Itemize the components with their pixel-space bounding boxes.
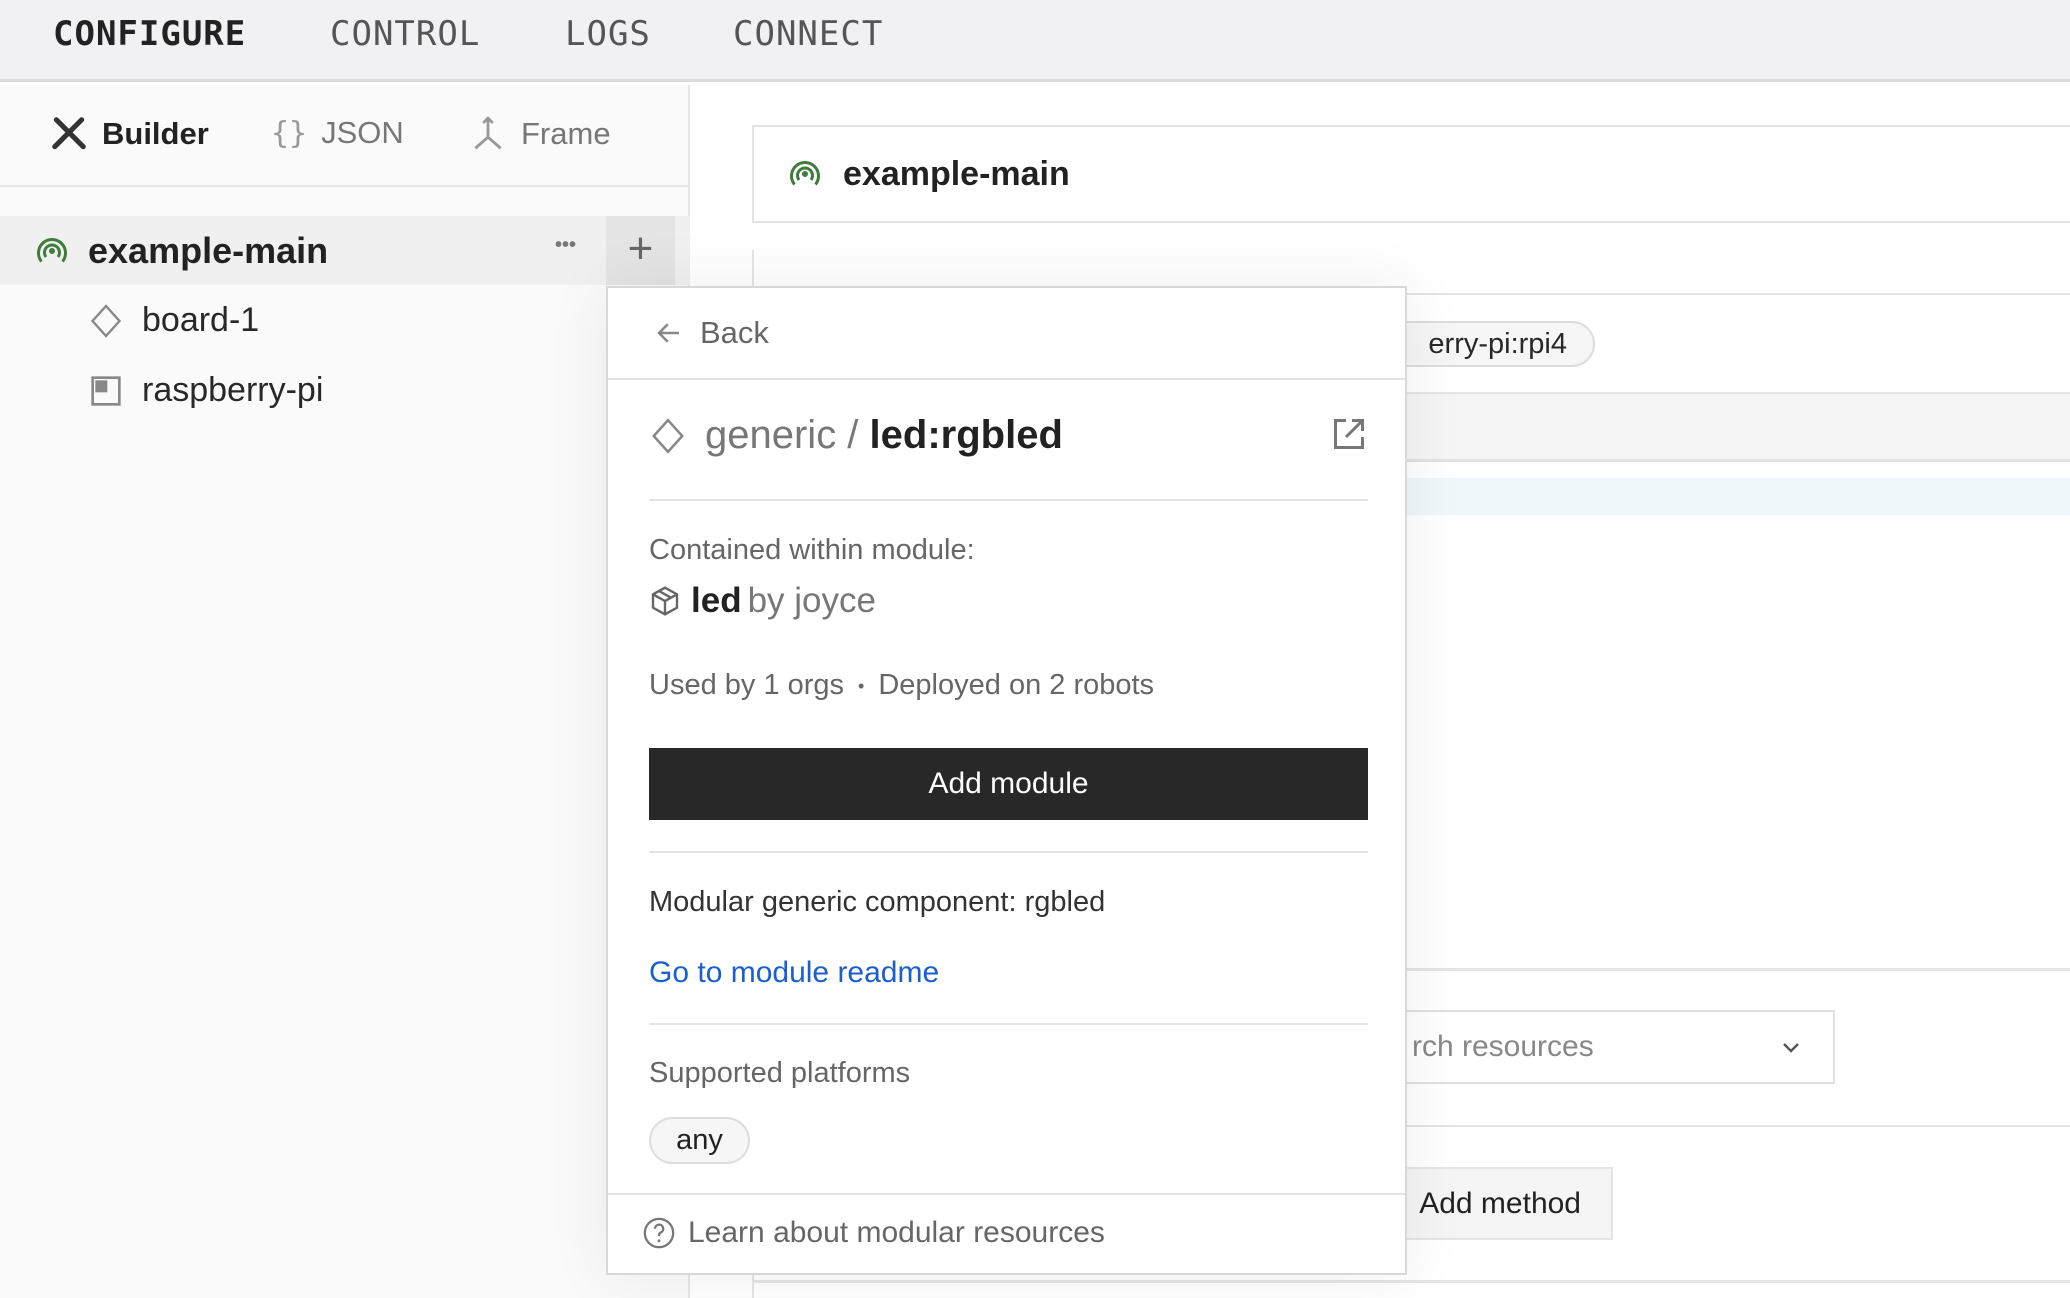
external-link-icon[interactable] (1331, 416, 1367, 452)
divider (608, 1193, 1405, 1195)
more-options-button[interactable]: ••• (555, 234, 576, 257)
separator-dot: • (858, 676, 865, 696)
package-icon (651, 586, 679, 616)
add-resource-button[interactable]: + (606, 216, 675, 285)
platforms-label: Supported platforms (649, 1057, 911, 1089)
nav-connect[interactable]: CONNECT (733, 14, 883, 54)
nav-control[interactable]: CONTROL (330, 14, 480, 54)
help-circle-icon (643, 1217, 675, 1249)
tree-item-raspberry-pi[interactable]: raspberry-pi (0, 356, 690, 425)
diamond-icon (90, 303, 122, 338)
model-title: generic / led:rgbled (649, 413, 1063, 458)
back-button[interactable]: Back (608, 288, 1405, 380)
learn-modular-resources-link[interactable]: Learn about modular resources (642, 1216, 1105, 1250)
diamond-icon (652, 417, 684, 454)
divider (649, 1023, 1368, 1025)
model-name: led:rgbled (869, 413, 1063, 457)
machine-header-card: example-main (752, 125, 2070, 223)
tab-json-label: JSON (321, 115, 404, 150)
frame-axes-icon (474, 116, 502, 150)
search-placeholder: rch resources (1412, 1030, 1594, 1063)
tab-builder-label: Builder (102, 116, 209, 151)
module-info: led by joyce (649, 581, 876, 621)
machine-signal-icon (37, 237, 67, 262)
nav-configure[interactable]: CONFIGURE (53, 14, 246, 54)
module-author: by joyce (747, 581, 876, 620)
module-name: led (691, 581, 742, 620)
machine-signal-icon (790, 161, 820, 186)
add-module-button[interactable]: Add module (649, 748, 1368, 820)
contained-label: Contained within module: (649, 534, 975, 566)
tab-frame[interactable]: Frame (469, 115, 611, 153)
board-icon (91, 375, 121, 406)
divider (0, 185, 690, 187)
learn-label: Learn about modular resources (688, 1216, 1105, 1249)
resource-name: raspberry-pi (142, 371, 324, 409)
chevron-down-icon (1783, 1043, 1799, 1053)
resource-name: board-1 (142, 301, 260, 339)
model-namespace: generic / (705, 413, 870, 457)
tree-item-machine[interactable]: example-main ••• + (0, 216, 690, 285)
divider (649, 499, 1368, 501)
top-navigation: CONFIGURE CONTROL LOGS CONNECT (0, 0, 2070, 82)
tree-item-board-1[interactable]: board-1 (0, 286, 690, 355)
back-label: Back (700, 315, 769, 350)
module-details-popover: Back generic / led:rgbled Contained with… (606, 286, 1407, 1275)
arrow-left-icon (657, 323, 679, 343)
sidebar: Builder {} JSON Frame example-main ••• +… (0, 85, 690, 1298)
usage-stats: Used by 1 orgs • Deployed on 2 robots (649, 669, 1154, 703)
nav-logs[interactable]: LOGS (565, 14, 651, 54)
module-readme-link[interactable]: Go to module readme (649, 956, 939, 990)
machine-name: example-main (88, 229, 329, 271)
usage-orgs: Used by 1 orgs (649, 669, 845, 701)
platform-chip: any (649, 1117, 750, 1164)
usage-robots: Deployed on 2 robots (878, 669, 1155, 701)
divider (752, 1280, 2070, 1283)
machine-title: example-main (843, 154, 1070, 193)
tab-builder[interactable]: Builder (50, 115, 209, 153)
tab-frame-label: Frame (521, 116, 611, 151)
tab-json[interactable]: {} JSON (271, 115, 404, 151)
braces-icon: {} (271, 115, 308, 151)
tools-icon (52, 117, 86, 150)
divider (649, 851, 1368, 853)
module-description: Modular generic component: rgbled (649, 886, 1106, 918)
